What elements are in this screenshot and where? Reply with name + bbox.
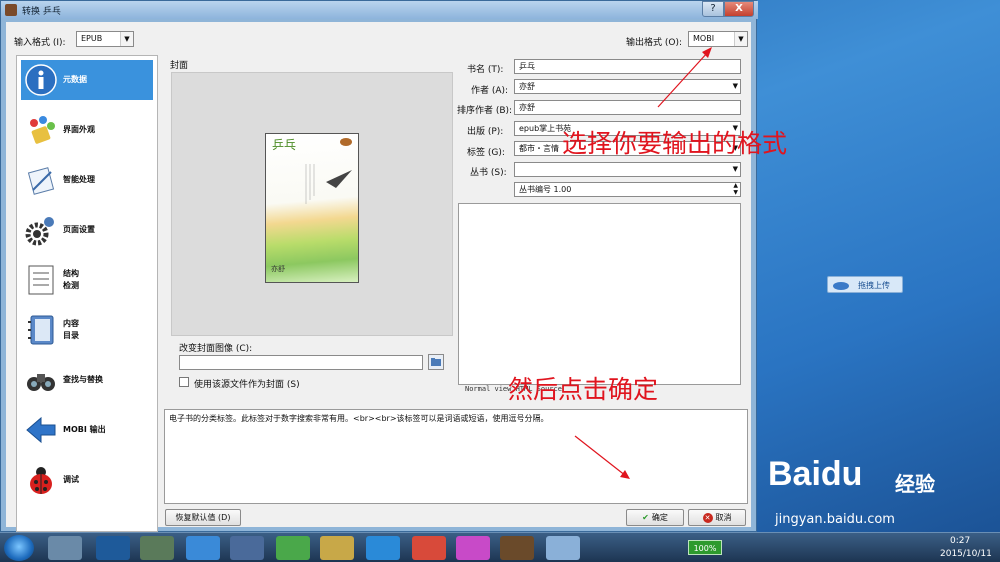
annotation-choose-format: 选择你要输出的格式 — [562, 129, 788, 158]
cloud-icon — [833, 282, 849, 290]
calibre-icon[interactable] — [500, 536, 534, 560]
baidu-url: jingyan.baidu.com — [775, 512, 895, 527]
taskbar-app-icon[interactable] — [546, 536, 580, 560]
folder-icon[interactable] — [320, 536, 354, 560]
taskbar-app-icon[interactable] — [140, 536, 174, 560]
battery-indicator[interactable]: 100% — [688, 540, 722, 555]
ie-icon[interactable] — [186, 536, 220, 560]
baidu-jingyan-text: 经验 — [895, 472, 935, 496]
baidu-logo: Baidu — [768, 455, 863, 493]
start-button[interactable] — [4, 535, 34, 561]
bluetooth-icon[interactable] — [96, 536, 130, 560]
annotation-then-ok: 然后点击确定 — [508, 375, 659, 404]
clock-time[interactable]: 0:27 — [950, 536, 970, 546]
taskbar: 100% 0:27 2015/10/11 — [0, 532, 1000, 562]
baidu-cloud-icon[interactable] — [230, 536, 264, 560]
taskbar-app-icon[interactable] — [456, 536, 490, 560]
taskbar-app-icon[interactable] — [276, 536, 310, 560]
drag-upload-widget[interactable]: 拖拽上传 — [827, 276, 903, 293]
taskbar-app-icon[interactable] — [366, 536, 400, 560]
chrome-icon[interactable] — [412, 536, 446, 560]
taskbar-app-icon[interactable] — [48, 536, 82, 560]
clock-date[interactable]: 2015/10/11 — [940, 549, 992, 559]
drag-upload-label: 拖拽上传 — [858, 281, 890, 290]
